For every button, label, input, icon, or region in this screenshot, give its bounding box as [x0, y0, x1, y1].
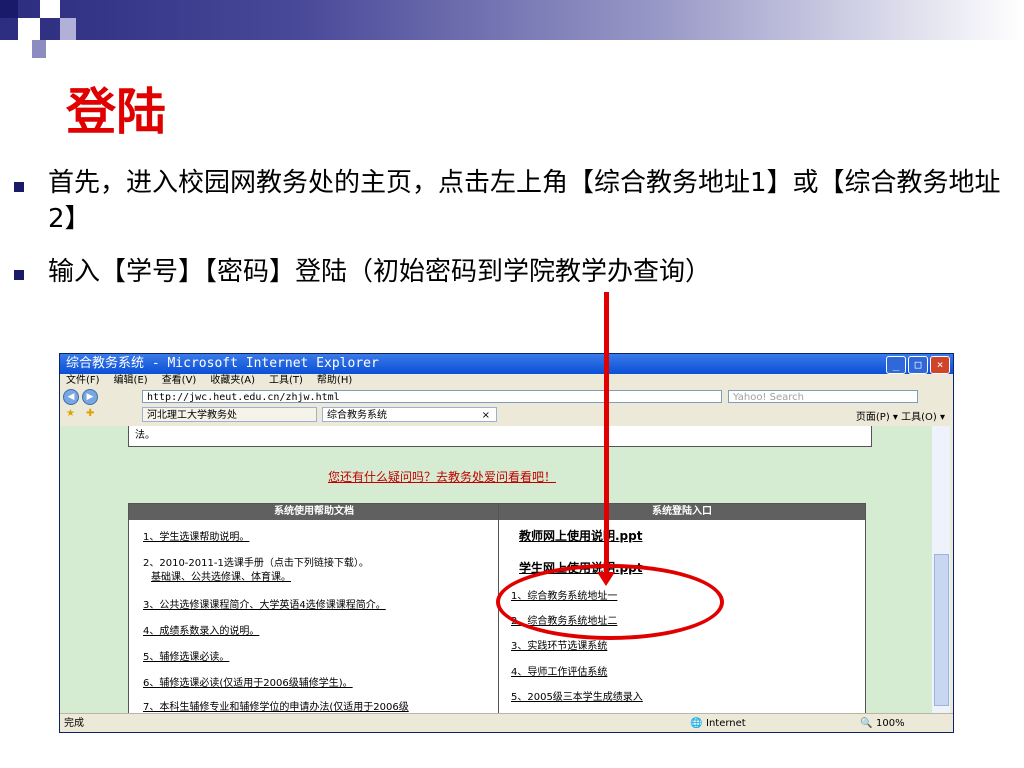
close-tab-icon[interactable]: ×: [482, 408, 490, 423]
decor-square: [0, 0, 18, 18]
address-input[interactable]: http://jwc.heut.edu.cn/zhjw.html: [142, 390, 722, 403]
menu-tools[interactable]: 工具(T): [269, 374, 303, 388]
browser-window: 综合教务系统 - Microsoft Internet Explorer _ □…: [59, 353, 954, 733]
menu-file[interactable]: 文件(F): [66, 374, 100, 388]
slide-header-gradient: [0, 0, 1024, 40]
teacher-guide-link[interactable]: 教师网上使用说明.ppt: [519, 527, 642, 544]
address-toolbar: ◀ ▶ http://jwc.heut.edu.cn/zhjw.html Yah…: [60, 388, 953, 406]
bullet-text-2: 输入【学号】【密码】登陆（初始密码到学院教学办查询）: [48, 257, 712, 287]
zone-text: Internet: [706, 718, 746, 729]
page-content: 法。 您还有什么疑问吗？去教务处爱问看看吧！ 系统使用帮助文档 1、学生选课帮助…: [60, 426, 932, 713]
zoom-icon[interactable]: 🔍: [860, 714, 872, 732]
close-button[interactable]: ×: [930, 356, 950, 374]
annotation-ellipse: [496, 564, 724, 640]
login-entry-4[interactable]: 4、导师工作评估系统: [511, 663, 607, 678]
status-bar: 完成 🌐 Internet 🔍 100%: [60, 713, 953, 732]
tab-hebei-jwc[interactable]: 河北理工大学教务处: [142, 407, 317, 422]
annotation-arrow-line: [604, 292, 609, 580]
window-title: 综合教务系统 - Microsoft Internet Explorer: [66, 356, 379, 371]
search-input[interactable]: Yahoo! Search: [728, 390, 918, 403]
bullet-icon: [14, 270, 24, 280]
menu-favorites[interactable]: 收藏夹(A): [210, 374, 255, 388]
menu-help[interactable]: 帮助(H): [317, 374, 352, 388]
decor-square: [40, 0, 60, 18]
add-favorite-icon[interactable]: ✚: [86, 408, 94, 419]
help-item-4[interactable]: 4、成绩系数录入的说明。: [143, 622, 259, 637]
bullet-text-1: 首先，进入校园网教务处的主页，点击左上角【综合教务地址1】或【综合教务地址2】: [48, 168, 1001, 234]
favorites-star-icon[interactable]: ★: [66, 408, 75, 419]
back-button[interactable]: ◀: [63, 389, 79, 405]
menu-bar: 文件(F) 编辑(E) 查看(V) 收藏夹(A) 工具(T) 帮助(H): [60, 374, 953, 388]
login-entry-5[interactable]: 5、2005级三本学生成绩录入: [511, 688, 643, 703]
menu-view[interactable]: 查看(V): [162, 374, 197, 388]
menu-edit[interactable]: 编辑(E): [114, 374, 148, 388]
decor-square: [60, 18, 76, 40]
help-docs-panel: 系统使用帮助文档 1、学生选课帮助说明。 2、2010-2011-1选课手册（点…: [128, 503, 500, 713]
help-docs-heading: 系统使用帮助文档: [129, 504, 499, 520]
minimize-button[interactable]: _: [886, 356, 906, 374]
bullet-icon: [14, 182, 24, 192]
slide-title: 登陆: [66, 82, 166, 141]
scroll-thumb[interactable]: [934, 554, 949, 706]
help-item-6[interactable]: 6、辅修选课必读(仅适用于2006级辅修学生)。: [143, 674, 353, 689]
help-item-2[interactable]: 2、2010-2011-1选课手册（点击下列链接下载）。: [143, 554, 369, 569]
help-item-7[interactable]: 7、本科生辅修专业和辅修学位的申请办法(仅适用于2006级: [143, 698, 409, 713]
command-bar[interactable]: 页面(P) ▾ 工具(O) ▾: [856, 408, 945, 423]
forward-button[interactable]: ▶: [82, 389, 98, 405]
tab-zhjw[interactable]: 综合教务系统 ×: [322, 407, 497, 422]
login-entry-heading: 系统登陆入口: [499, 504, 865, 520]
globe-icon: 🌐: [690, 718, 703, 729]
question-link[interactable]: 您还有什么疑问吗？去教务处爱问看看吧！: [328, 468, 556, 485]
help-item-2-links[interactable]: 基础课、公共选修课、体育课。: [151, 568, 291, 583]
decor-square: [18, 18, 40, 40]
decor-square: [32, 40, 46, 58]
status-text: 完成: [64, 718, 84, 729]
window-titlebar: 综合教务系统 - Microsoft Internet Explorer _ □…: [60, 354, 953, 374]
zoom-level[interactable]: 100%: [876, 714, 905, 732]
help-item-1[interactable]: 1、学生选课帮助说明。: [143, 528, 249, 543]
content-top-box: 法。: [128, 426, 872, 447]
help-item-3[interactable]: 3、公共选修课课程简介、大学英语4选修课课程简介。: [143, 596, 386, 611]
help-item-5[interactable]: 5、辅修选课必读。: [143, 648, 229, 663]
maximize-button[interactable]: □: [908, 356, 928, 374]
tab-bar: ★ ✚ 河北理工大学教务处 综合教务系统 × 页面(P) ▾ 工具(O) ▾: [60, 406, 953, 424]
vertical-scrollbar[interactable]: [932, 426, 950, 713]
